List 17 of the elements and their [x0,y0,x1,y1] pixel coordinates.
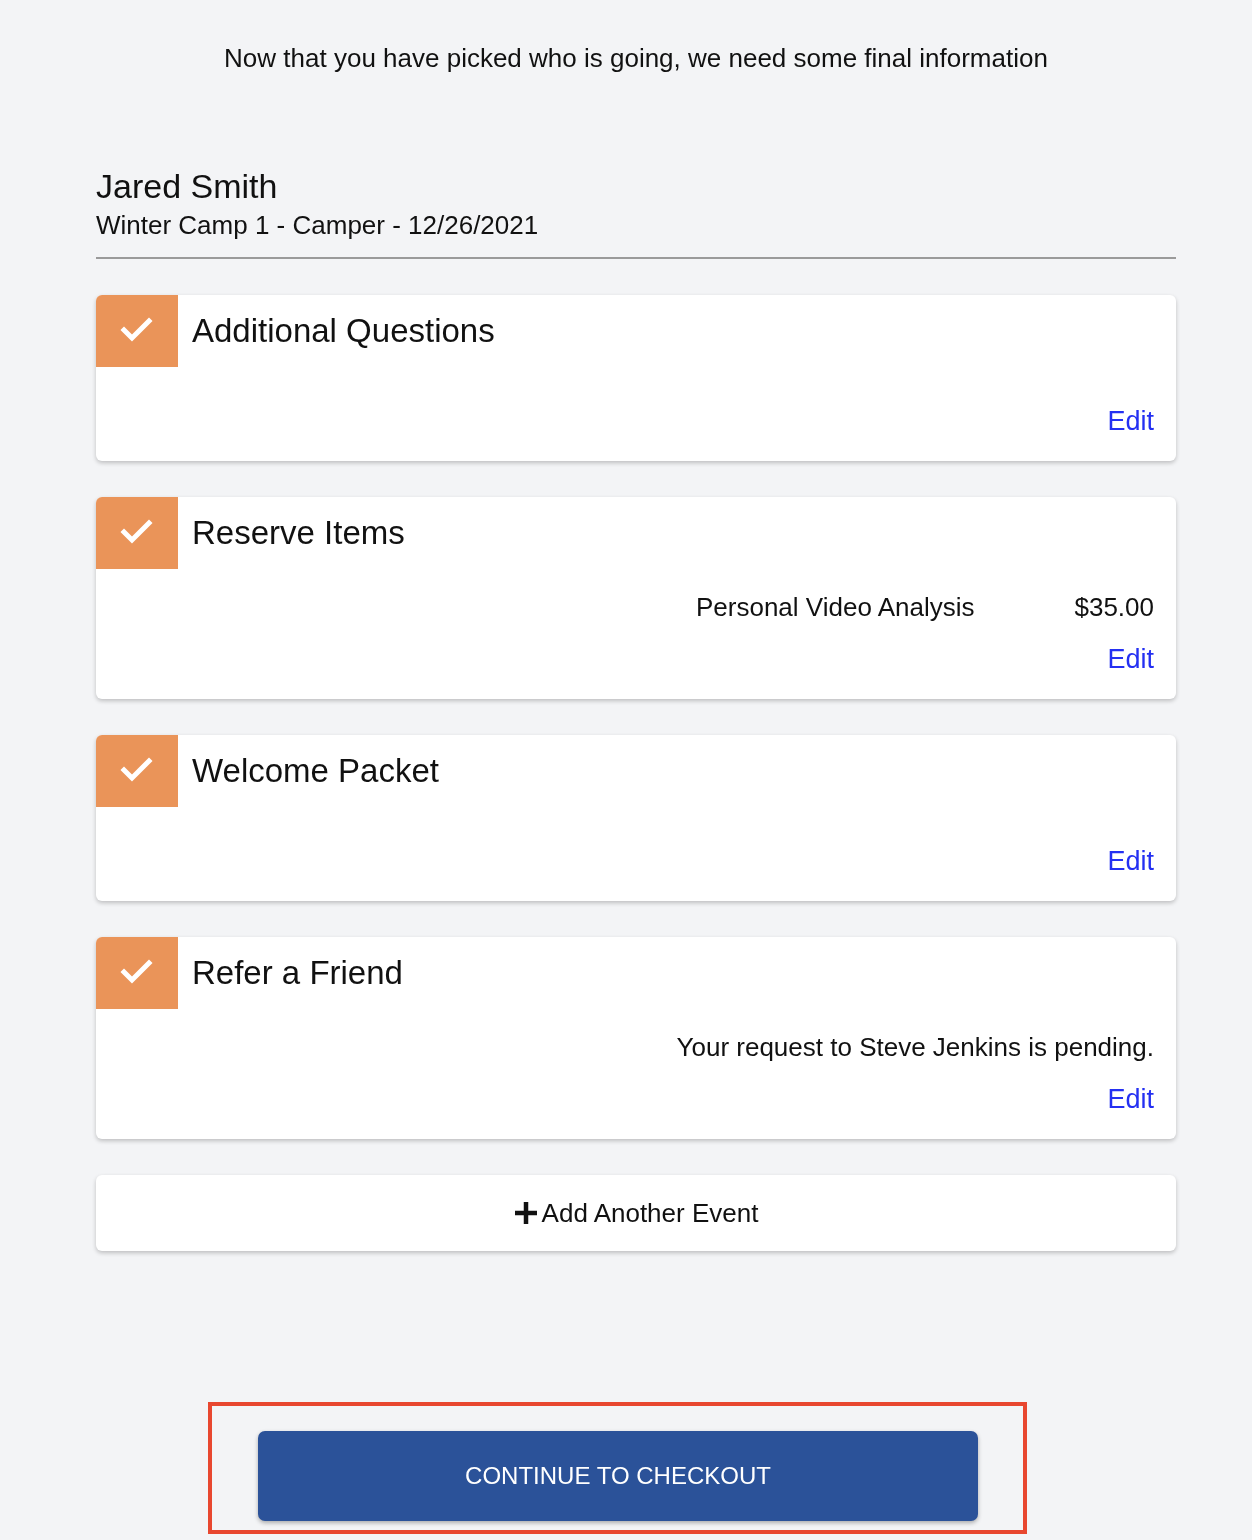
item-name: Personal Video Analysis [696,591,975,625]
edit-link[interactable]: Edit [1107,641,1154,678]
registrant-name: Jared Smith [96,166,279,207]
section-title: Welcome Packet [192,751,439,791]
edit-link[interactable]: Edit [1107,843,1154,880]
add-event-button[interactable]: Add Another Event [96,1175,1176,1252]
event-details: Winter Camp 1 - Camper - 12/26/2021 [96,210,540,242]
status-message: Your request to Steve Jenkins is pending. [676,1031,1154,1065]
edit-link[interactable]: Edit [1107,403,1154,440]
item-price: $35.00 [1074,591,1154,625]
edit-link[interactable]: Edit [1107,1081,1154,1118]
plus-icon [513,1201,538,1226]
intro-text: Now that you have picked who is going, we need some final information [223,43,1049,75]
section-title: Additional Questions [192,311,495,351]
section-title: Refer a Friend [192,953,403,993]
checkout-button[interactable]: CONTINUE TO CHECKOUT [258,1431,978,1522]
section-title: Reserve Items [192,513,405,553]
